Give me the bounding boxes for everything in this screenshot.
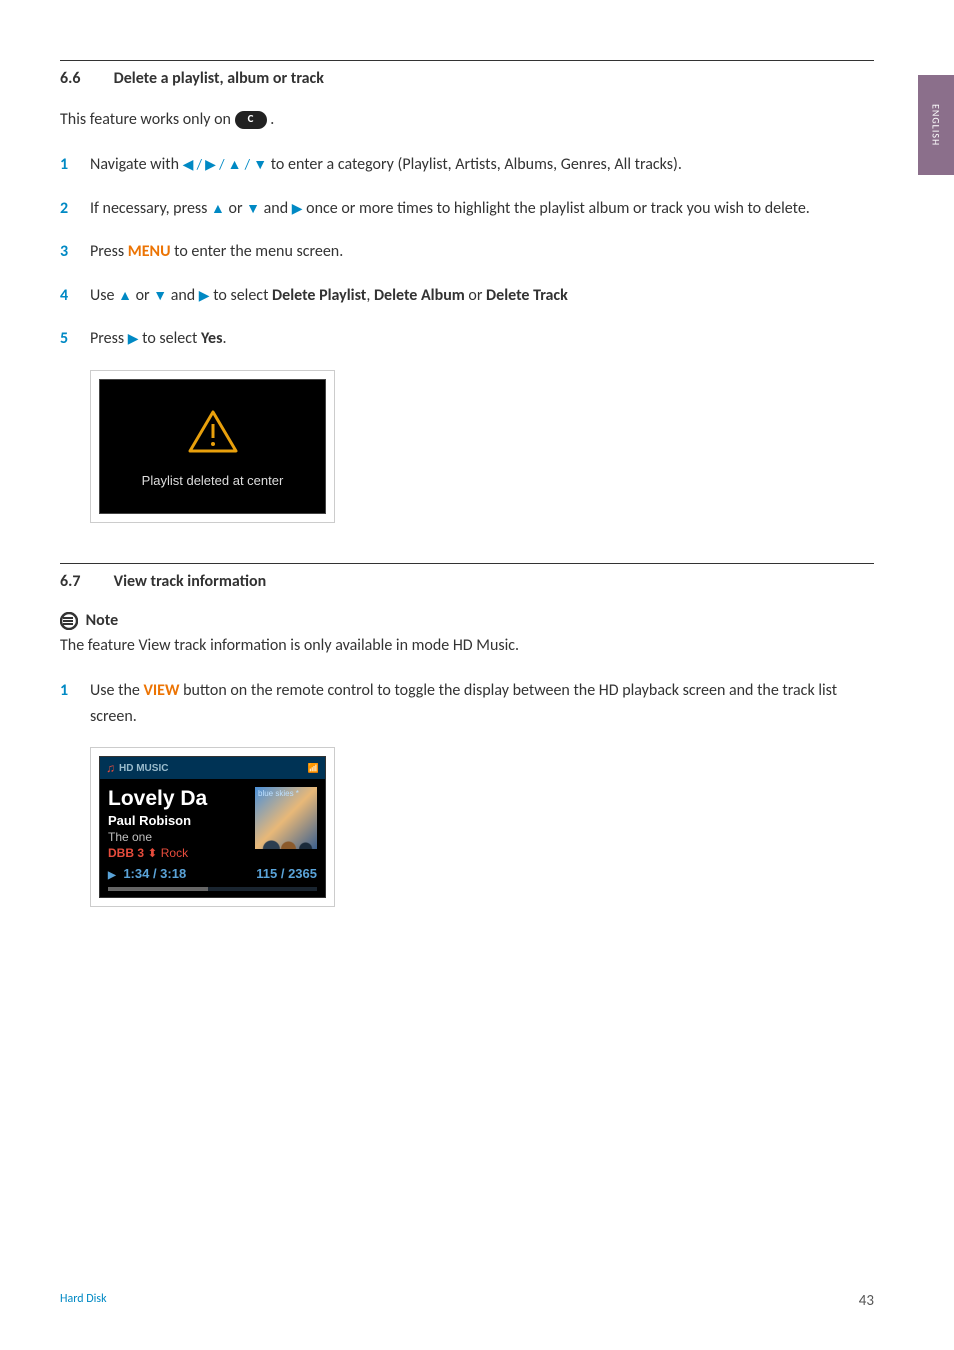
arrow-up-icon: ▲ xyxy=(118,285,132,307)
hd-header-title: HD MUSIC xyxy=(119,763,168,774)
arrow-right-icon: ▶ xyxy=(199,285,210,307)
step-number: 1 xyxy=(60,152,90,178)
page-footer: Hard Disk 43 xyxy=(60,1292,874,1310)
step-number: 2 xyxy=(60,196,90,222)
hd-playback-screenshot: ♫ HD MUSIC 📶 Lovely Da Paul Robison The … xyxy=(90,747,335,907)
artist-name: Paul Robison xyxy=(108,813,249,828)
signal-icon: 📶 xyxy=(308,763,319,774)
step-number: 1 xyxy=(60,678,90,729)
step-5: 5 Press ▶ to select Yes. xyxy=(60,326,874,352)
step-1: 1 Use the VIEW button on the remote cont… xyxy=(60,678,874,729)
hd-footer: ▶ 1:34 / 3:18 115 / 2365 xyxy=(100,864,325,887)
section-heading-6-7: 6.7 View track information xyxy=(60,572,874,591)
album-cover: blue skies * xyxy=(255,787,317,849)
music-note-icon: ♫ xyxy=(106,761,115,775)
equalizer-icon: ⬍ xyxy=(147,846,160,860)
step-2: 2 If necessary, press ▲ or ▼ and ▶ once … xyxy=(60,196,874,222)
progress-bar xyxy=(108,887,317,891)
intro-pre: This feature works only on xyxy=(60,110,235,129)
step-4: 4 Use ▲ or ▼ and ▶ to select Delete Play… xyxy=(60,283,874,309)
note-text: The feature View track information is on… xyxy=(60,634,874,658)
step-number: 5 xyxy=(60,326,90,352)
step-number: 4 xyxy=(60,283,90,309)
step-content: Press MENU to enter the menu screen. xyxy=(90,239,874,265)
album-name: The one xyxy=(108,830,249,844)
arrow-down-icon: ▼ xyxy=(153,285,167,307)
track-title: Lovely Da xyxy=(108,787,249,811)
menu-key: MENU xyxy=(128,242,171,261)
intro-text: This feature works only on . xyxy=(60,108,874,132)
arrow-up-icon: ▲ xyxy=(211,198,225,220)
view-key: VIEW xyxy=(143,681,179,700)
arrow-down-icon: ▼ xyxy=(246,198,260,220)
section-divider xyxy=(60,563,874,564)
step-list-6-6: 1 Navigate with ◀ / ▶ / ▲ / ▼ to enter a… xyxy=(60,152,874,352)
note-label: Note xyxy=(86,611,119,630)
note-icon xyxy=(60,612,78,630)
step-list-6-7: 1 Use the VIEW button on the remote cont… xyxy=(60,678,874,729)
nav-arrows-icon: ◀ / ▶ / ▲ / ▼ xyxy=(183,154,267,176)
step-content: If necessary, press ▲ or ▼ and ▶ once or… xyxy=(90,196,874,222)
play-icon: ▶ xyxy=(108,870,116,881)
step-number: 3 xyxy=(60,239,90,265)
footer-section: Hard Disk xyxy=(60,1292,107,1310)
center-icon xyxy=(235,111,267,129)
confirmation-screenshot: Playlist deleted at center xyxy=(90,370,335,523)
footer-page: 43 xyxy=(859,1292,874,1310)
hd-header: ♫ HD MUSIC 📶 xyxy=(100,757,325,779)
section-number: 6.6 xyxy=(60,69,110,88)
step-content: Press ▶ to select Yes. xyxy=(90,326,874,352)
track-counter: 115 / 2365 xyxy=(256,866,317,881)
arrow-right-icon: ▶ xyxy=(292,198,303,220)
note-heading: Note xyxy=(60,611,874,630)
playback-time: 1:34 / 3:18 xyxy=(123,866,186,881)
dbb-info: DBB 3 ⬍ Rock xyxy=(108,846,249,860)
step-1: 1 Navigate with ◀ / ▶ / ▲ / ▼ to enter a… xyxy=(60,152,874,178)
language-tab: ENGLISH xyxy=(918,75,954,175)
warning-icon xyxy=(188,410,238,453)
step-content: Navigate with ◀ / ▶ / ▲ / ▼ to enter a c… xyxy=(90,152,874,178)
arrow-right-icon: ▶ xyxy=(128,328,139,350)
section-title: View track information xyxy=(114,572,267,591)
step-3: 3 Press MENU to enter the menu screen. xyxy=(60,239,874,265)
section-heading-6-6: 6.6 Delete a playlist, album or track xyxy=(60,69,874,88)
confirmation-text: Playlist deleted at center xyxy=(115,473,310,488)
section-divider xyxy=(60,60,874,61)
section-number: 6.7 xyxy=(60,572,110,591)
intro-post: . xyxy=(270,110,274,129)
section-title: Delete a playlist, album or track xyxy=(114,69,324,88)
step-content: Use ▲ or ▼ and ▶ to select Delete Playli… xyxy=(90,283,874,309)
step-content: Use the VIEW button on the remote contro… xyxy=(90,678,874,729)
